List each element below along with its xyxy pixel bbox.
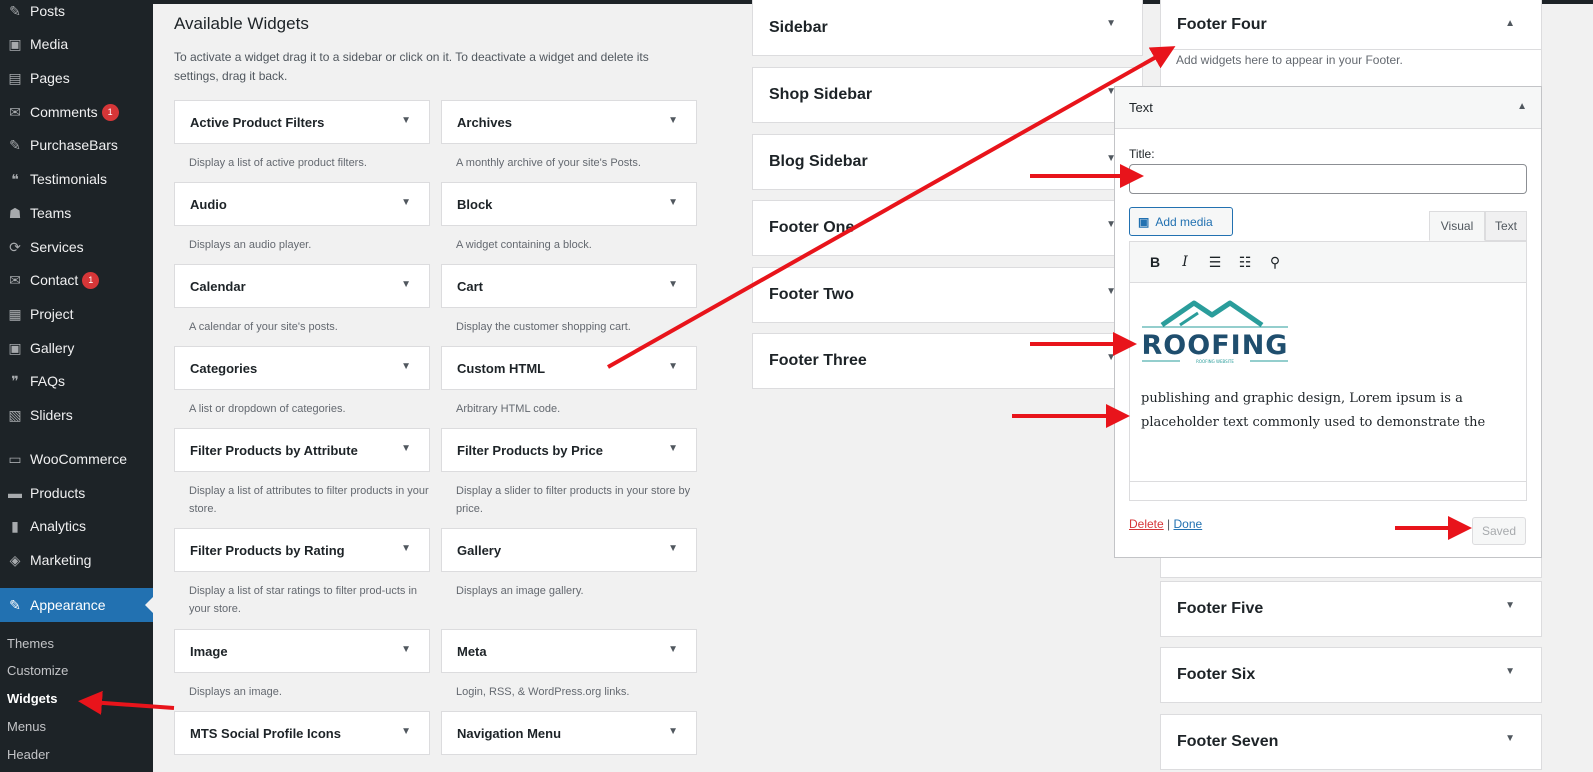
annotation-arrows — [78, 46, 1472, 715]
arrow-to-widgets — [78, 690, 175, 715]
arrow-custom-html-to-footer-four — [607, 46, 1176, 369]
